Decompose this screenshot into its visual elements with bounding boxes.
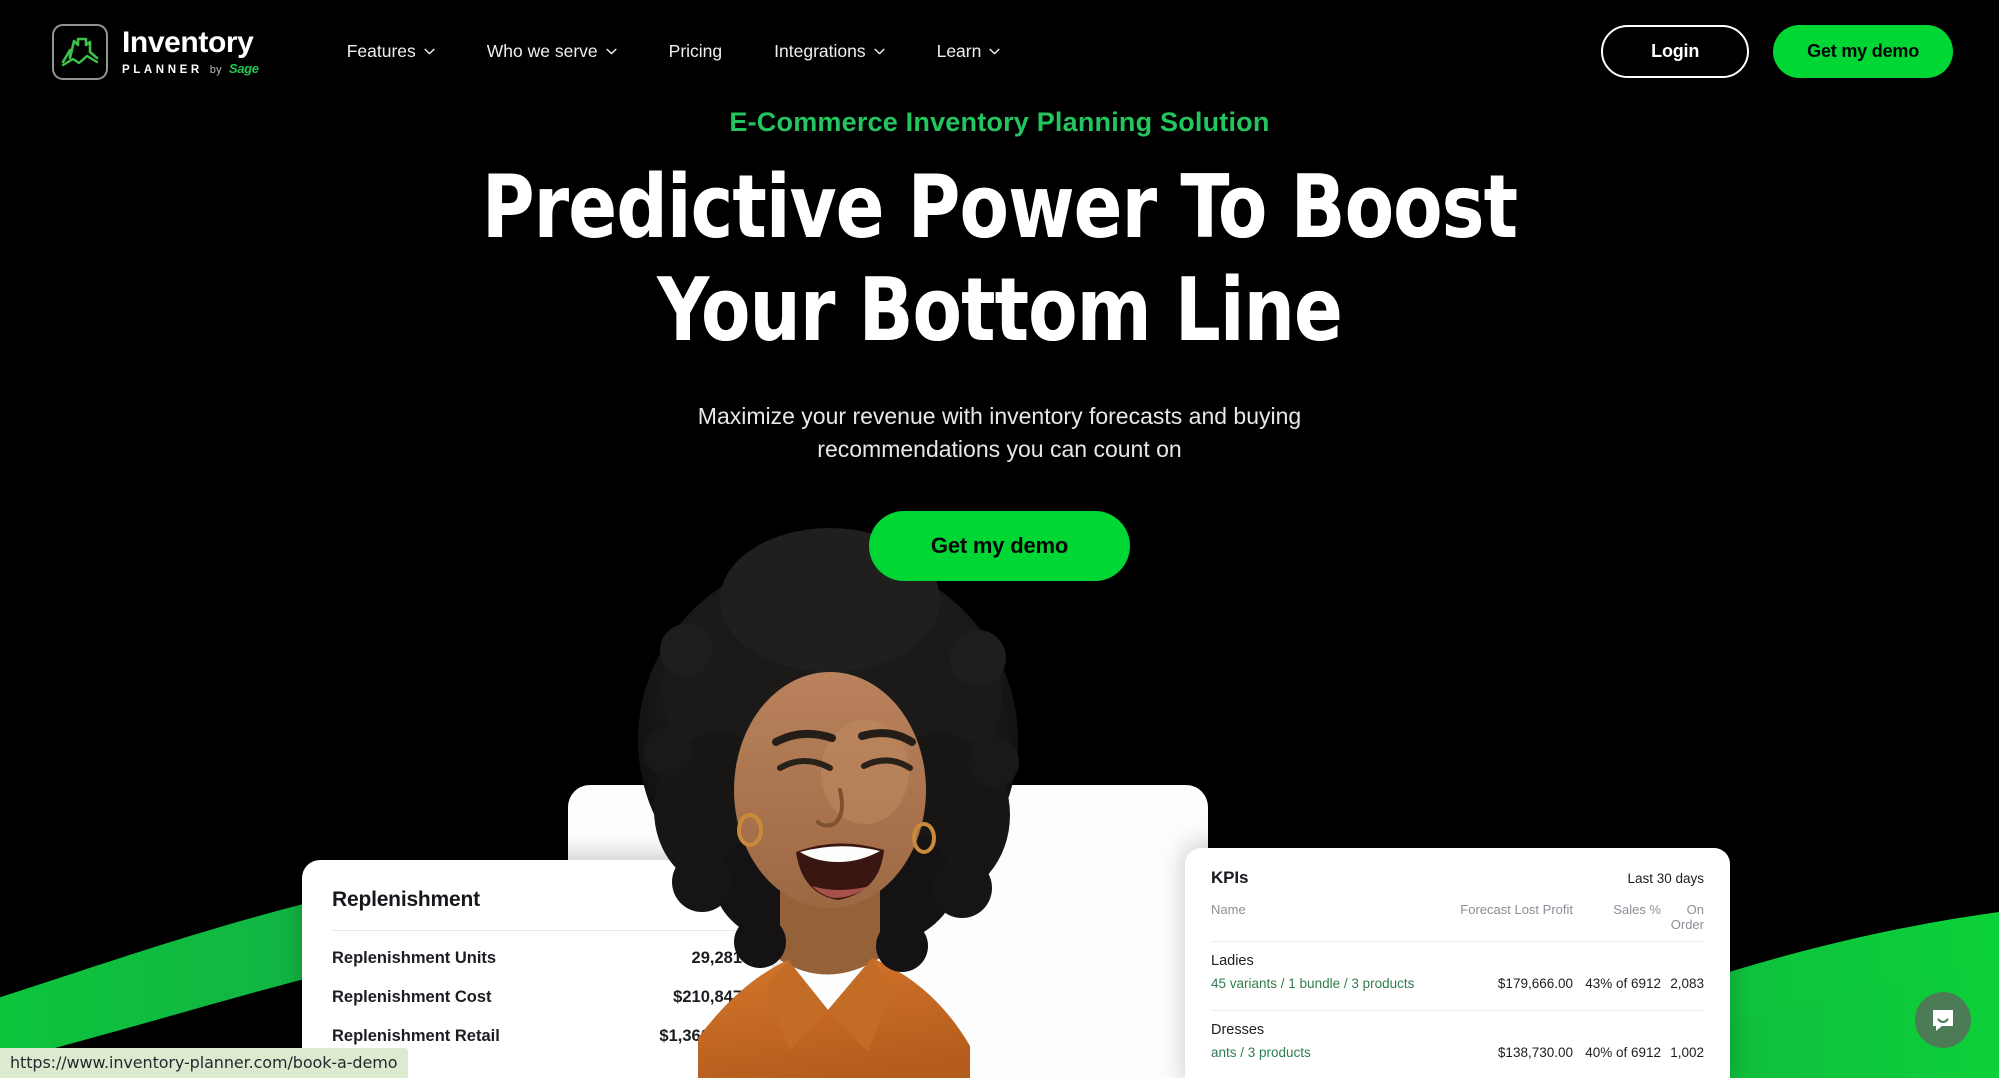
nav-label: Learn (936, 41, 982, 61)
page-title: Predictive Power To Boost Your Bottom Li… (80, 164, 1919, 354)
kpi-row-values: ants / 3 products $138,730.00 40% of 691… (1211, 1045, 1704, 1060)
kpi-column-headers: Name Forecast Lost Profit Sales % On Ord… (1211, 902, 1704, 932)
hero-dashboard-composition: Replenishment Replenishment Units 29,281… (0, 528, 1999, 1078)
row-label: Replenishment Cost (332, 988, 492, 1006)
chevron-down-icon (606, 48, 617, 55)
page-root: Inventory PLANNER by Sage Features Who w… (0, 0, 1999, 1078)
kpi-row-on-order: 1,002 (1670, 1045, 1704, 1060)
kpi-card-header: KPIs Last 30 days (1211, 868, 1704, 888)
chat-bubble-smile-icon (1933, 1010, 1953, 1031)
brand-name: Inventory (122, 26, 254, 60)
brand-by-label: by (209, 63, 222, 76)
nav-label: Integrations (774, 41, 866, 61)
column-header-name: Name (1211, 902, 1246, 917)
kpi-row-forecast-lost-profit: $179,666.00 (1497, 976, 1573, 991)
row-label: Replenishment Units (332, 949, 497, 967)
chat-widget-button[interactable] (1915, 992, 1971, 1048)
kpi-row-name: Dresses (1211, 1022, 1265, 1038)
kpi-card: KPIs Last 30 days Name Forecast Lost Pro… (1185, 848, 1730, 1078)
kpi-period-label: Last 30 days (1627, 871, 1704, 886)
nav-item-who-we-serve[interactable]: Who we serve (461, 31, 643, 72)
brand-subtitle: PLANNER (122, 63, 203, 76)
hero-cta-wrapper: Get my demo (0, 511, 1999, 582)
column-header-on-order: On Order (1670, 902, 1704, 932)
login-button[interactable]: Login (1601, 25, 1750, 78)
nav-label: Who we serve (486, 41, 598, 61)
kpi-row-sales-pct: 43% of 6912 (1585, 976, 1661, 991)
chevron-down-icon (873, 48, 885, 55)
nav-item-features[interactable]: Features (321, 31, 461, 72)
main-navigation: Features Who we serve Pricing Integratio… (321, 31, 1027, 72)
chart-arrow-icon (52, 23, 108, 80)
row-label: Replenishment Retail (332, 1027, 500, 1045)
header-actions: Login Get my demo (1601, 25, 1953, 78)
table-row: Ladies 45 variants / 1 bundle / 3 produc… (1211, 942, 1704, 1001)
hero-get-demo-button[interactable]: Get my demo (868, 511, 1131, 582)
hero-eyebrow: E-Commerce Inventory Planning Solution (729, 107, 1270, 137)
kpi-row-forecast-lost-profit: $138,730.00 (1497, 1045, 1573, 1060)
hero-subheading: Maximize your revenue with inventory for… (650, 400, 1350, 465)
hero-section: E-Commerce Inventory Planning Solution P… (0, 103, 1999, 582)
column-header-forecast-lost-profit: Forecast Lost Profit (1460, 902, 1573, 917)
kpi-card-title: KPIs (1211, 868, 1249, 887)
subhead-line-2: recommendations you can count on (817, 435, 1182, 462)
chevron-down-icon (989, 48, 1000, 55)
column-header-sales-pct: Sales % (1613, 902, 1661, 917)
kpi-row-on-order: 2,083 (1670, 976, 1704, 991)
nav-item-learn[interactable]: Learn (911, 31, 1027, 72)
chevron-down-icon (424, 48, 435, 55)
kpi-row-detail[interactable]: ants / 3 products (1211, 1045, 1447, 1060)
nav-label: Pricing (668, 41, 723, 61)
headline-line-1: Predictive Power To Boost (481, 156, 1518, 258)
kpi-row-name: Ladies (1211, 953, 1254, 969)
header-get-demo-button[interactable]: Get my demo (1773, 25, 1953, 78)
brand-logo[interactable]: Inventory PLANNER by Sage (52, 23, 259, 80)
brand-parent-sage: Sage (228, 60, 259, 76)
nav-item-integrations[interactable]: Integrations (748, 31, 910, 72)
nav-item-pricing[interactable]: Pricing (643, 31, 749, 72)
kpi-row-sales-pct: 40% of 6912 (1585, 1045, 1661, 1060)
kpi-row-values: 45 variants / 1 bundle / 3 products $179… (1211, 976, 1704, 991)
table-row: Dresses ants / 3 products $138,730.00 40… (1211, 1011, 1704, 1070)
subhead-line-1: Maximize your revenue with inventory for… (697, 403, 1302, 429)
kpi-row-detail[interactable]: 45 variants / 1 bundle / 3 products (1211, 976, 1447, 991)
browser-status-bar-url: https://www.inventory-planner.com/book-a… (0, 1048, 409, 1078)
nav-label: Features (346, 41, 416, 61)
headline-line-2: Your Bottom Line (657, 259, 1343, 361)
site-header: Inventory PLANNER by Sage Features Who w… (0, 0, 1999, 103)
